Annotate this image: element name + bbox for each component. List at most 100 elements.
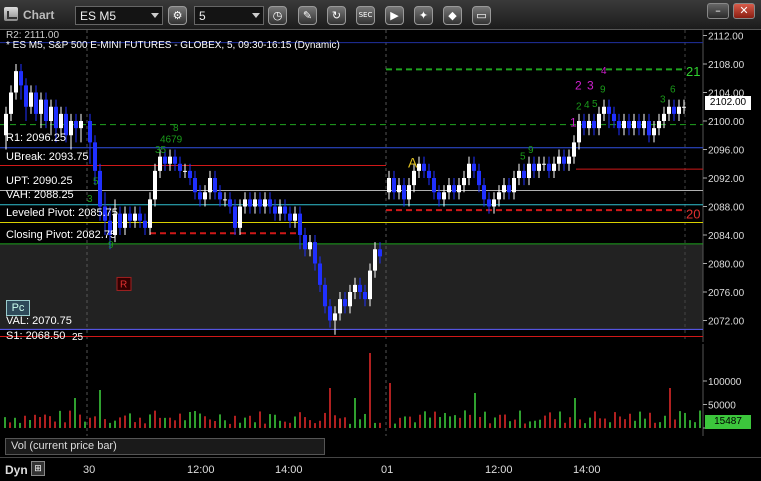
volume-bar — [474, 393, 476, 428]
candle-up — [29, 92, 33, 107]
level-label-val: VAL: 2070.75 — [6, 315, 72, 327]
candle-up — [587, 121, 591, 129]
candle-down — [273, 206, 277, 214]
candle-down — [24, 85, 28, 107]
candle-down — [188, 170, 192, 178]
candle-up — [457, 185, 461, 193]
volume-panel-label: Vol (current price bar) — [5, 438, 325, 455]
volume-bar — [59, 410, 61, 428]
volume-bar — [74, 398, 76, 428]
volume-bar — [344, 417, 346, 428]
candle-up — [338, 299, 342, 314]
pencil-icon[interactable]: ✎ — [298, 6, 317, 25]
candle-up — [557, 156, 561, 164]
candle-down — [612, 113, 616, 121]
price-tick-label: 2080.00 — [708, 260, 745, 271]
volume-bar — [139, 417, 141, 428]
candle-down — [323, 284, 327, 307]
setup-label: 2 — [575, 79, 582, 93]
volume-bar — [604, 418, 606, 428]
candle-down — [672, 106, 676, 114]
price-chart[interactable]: 2112.002108.002104.002100.002096.002092.… — [0, 30, 761, 342]
level-label-leveled-pivot: Leveled Pivot: 2085.75 — [6, 207, 118, 219]
candle-up — [368, 270, 372, 300]
chat-icon[interactable]: ▭ — [472, 6, 491, 25]
volume-bar — [494, 417, 496, 428]
volume-bar — [329, 388, 331, 428]
candle-down — [452, 185, 456, 193]
volume-bar — [374, 422, 376, 428]
candle-down — [88, 121, 92, 143]
volume-bar — [554, 419, 556, 428]
candle-up — [417, 163, 421, 171]
volume-bar — [184, 420, 186, 428]
candle-up — [662, 113, 666, 121]
volume-bar — [644, 418, 646, 428]
candle-up — [373, 249, 377, 271]
candle-up — [9, 92, 13, 114]
volume-bar — [479, 416, 481, 428]
zoom-icon[interactable]: ⊞ — [31, 461, 45, 476]
pc-badge[interactable]: Pc — [6, 300, 30, 316]
candle-down — [98, 170, 102, 207]
volume-bar — [229, 423, 231, 428]
volume-bar — [254, 422, 256, 428]
volume-bar — [659, 422, 661, 428]
time-tick: 30 — [83, 464, 96, 476]
volume-bar — [334, 415, 336, 428]
candle-down — [422, 163, 426, 171]
candle-up — [597, 113, 601, 129]
refresh-icon[interactable]: ↻ — [327, 6, 346, 25]
volume-bar — [304, 417, 306, 428]
volume-bar — [399, 417, 401, 428]
symbol-combo[interactable]: ES M5 — [75, 6, 163, 25]
volume-bar — [404, 416, 406, 428]
volume-bar — [689, 420, 691, 428]
candle-up — [527, 163, 531, 178]
candle-down — [213, 178, 217, 193]
close-button[interactable]: ✕ — [733, 3, 755, 19]
interval-combo[interactable]: 5 — [194, 6, 264, 25]
candle-up — [657, 121, 661, 129]
candle-down — [358, 284, 362, 292]
sequence-count-label: 9 — [528, 145, 534, 156]
layers-icon[interactable]: ◆ — [443, 6, 462, 25]
title-bar: Chart ES M5 ⚙ 5 ◷ ✎ ↻ SEC ▶ ✦ ◆ ▭ – ✕ — [0, 0, 761, 30]
candle-up — [123, 213, 127, 228]
volume-bar — [129, 413, 131, 428]
setup-label: 1 — [570, 116, 577, 130]
volume-bar — [664, 415, 666, 428]
volume-bar — [539, 419, 541, 428]
volume-bar — [219, 414, 221, 428]
candle-down — [507, 185, 511, 193]
candle-down — [93, 142, 97, 171]
level-label-vah: VAH: 2088.25 — [6, 189, 74, 201]
play-icon[interactable]: ▶ — [385, 6, 404, 25]
volume-bar — [634, 420, 636, 428]
time-tick: 12:00 — [485, 464, 513, 476]
candle-up — [407, 185, 411, 200]
price-tick-label: 2084.00 — [708, 231, 745, 242]
candle-up — [517, 170, 521, 178]
candle-up — [567, 156, 571, 164]
sec-icon[interactable]: SEC — [356, 6, 375, 25]
time-mode-label[interactable]: Dyn — [5, 463, 28, 477]
clock-icon[interactable]: ◷ — [268, 6, 287, 25]
volume-chart[interactable]: 100000 50000 — [0, 344, 761, 436]
candle-down — [637, 121, 641, 129]
candle-up — [253, 199, 257, 207]
volume-bar — [9, 422, 11, 428]
settings-gear-icon[interactable]: ⚙ — [168, 6, 187, 25]
sequence-count-label: 2 — [576, 102, 582, 113]
sequence-count-label: 5 — [592, 99, 598, 110]
window-title: Chart — [23, 8, 55, 22]
volume-bar — [44, 414, 46, 428]
settings-icon[interactable]: ✦ — [414, 6, 433, 25]
volume-bar — [284, 421, 286, 428]
volume-bar — [264, 423, 266, 428]
volume-bar — [39, 417, 41, 428]
candle-down — [198, 192, 202, 200]
volume-bar — [564, 422, 566, 428]
volume-bar — [359, 419, 361, 428]
minimize-button[interactable]: – — [707, 3, 729, 19]
